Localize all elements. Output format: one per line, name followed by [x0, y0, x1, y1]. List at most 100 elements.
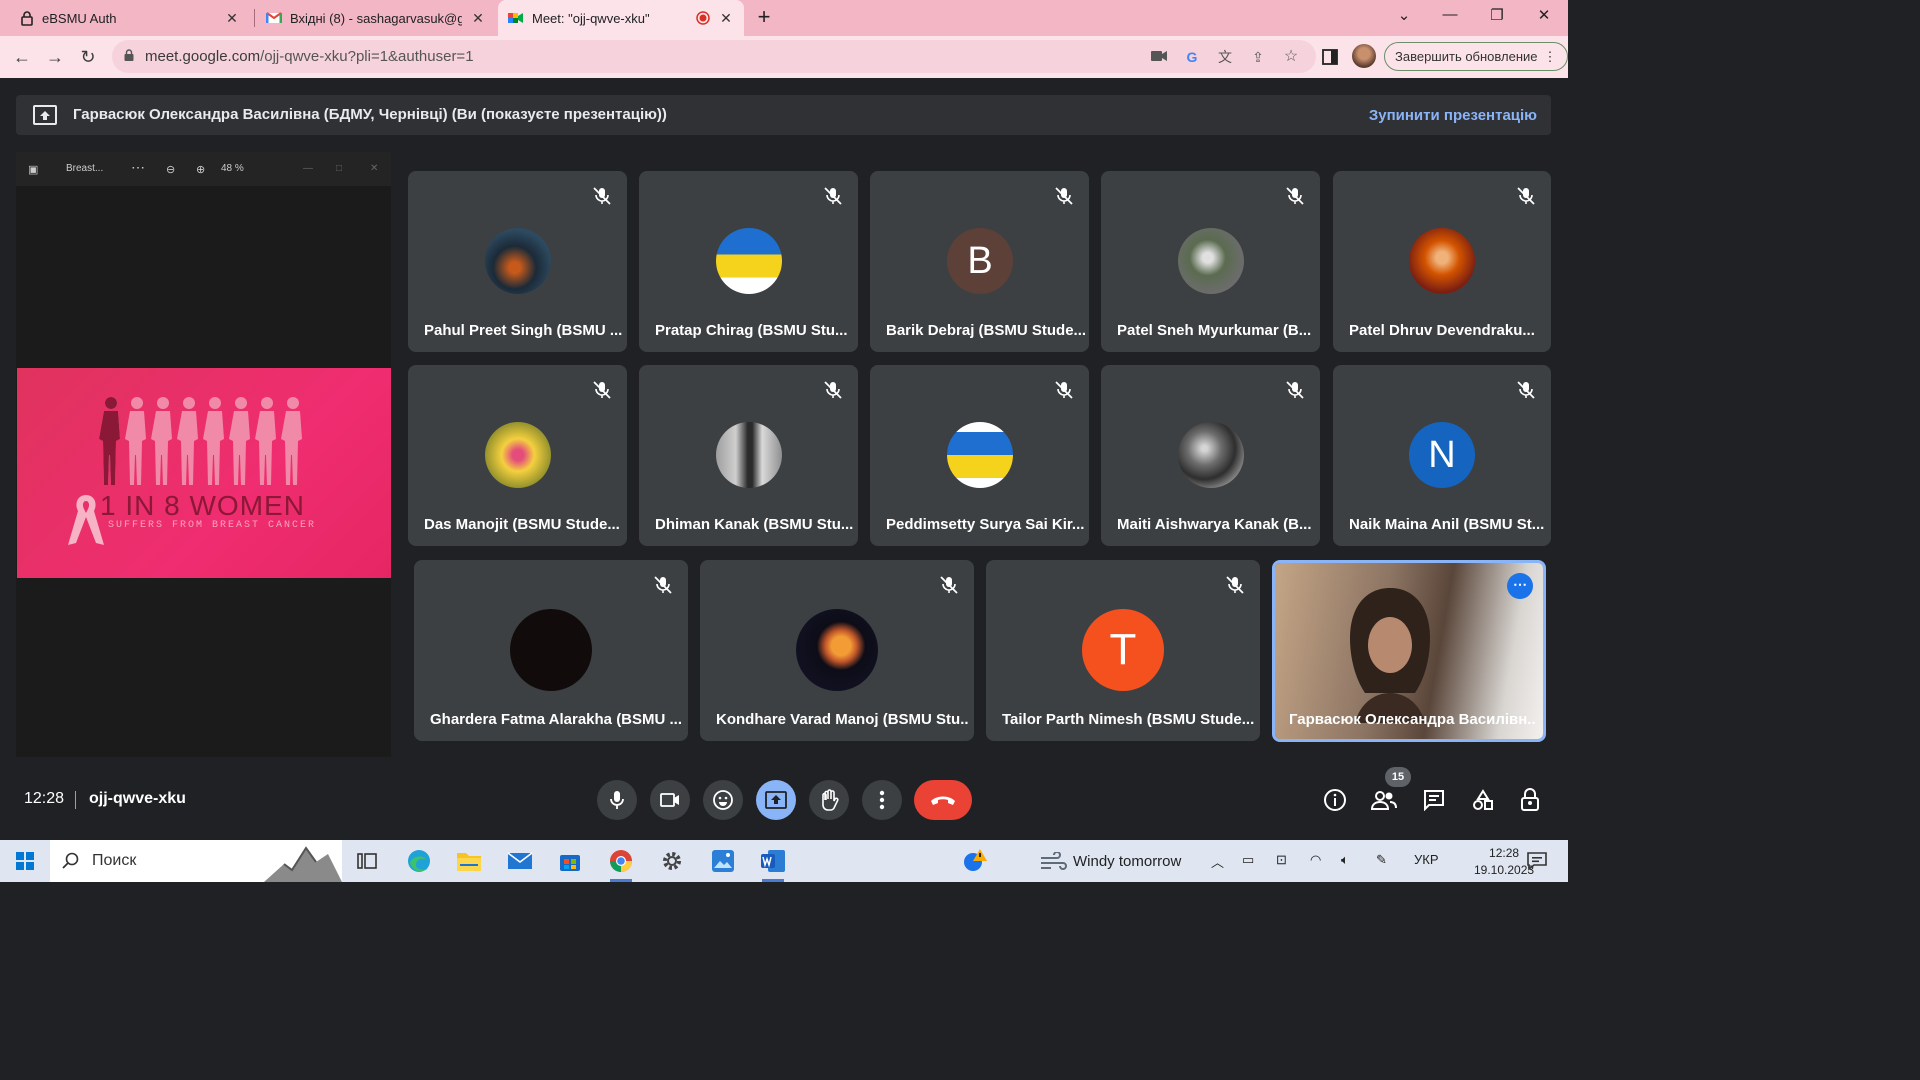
- avatar: [510, 609, 592, 691]
- participant-tile[interactable]: Das Manojit (BSMU Stude...: [408, 365, 627, 546]
- participant-name: Naik Maina Anil (BSMU St...: [1349, 516, 1545, 533]
- mail-icon[interactable]: [503, 844, 537, 878]
- meeting-code: ojj-qwve-xku: [89, 790, 186, 807]
- battery-icon[interactable]: ▭: [1242, 852, 1254, 868]
- avatar-letter: B: [947, 228, 1013, 294]
- side-panel-icon[interactable]: [1318, 45, 1342, 69]
- more-options-icon: ⋯: [131, 159, 145, 175]
- participant-tile[interactable]: T Tailor Parth Nimesh (BSMU Stude...: [986, 560, 1260, 741]
- url-text[interactable]: meet.google.com/ojj-qwve-xku?pli=1&authu…: [145, 48, 474, 65]
- participant-tile[interactable]: Dhiman Kanak (BSMU Stu...: [639, 365, 858, 546]
- tab-ebsmu-auth[interactable]: eBSMU Auth ✕: [10, 0, 250, 36]
- word-icon[interactable]: [756, 844, 790, 882]
- participant-tile[interactable]: N Naik Maina Anil (BSMU St...: [1333, 365, 1551, 546]
- avatar: [1409, 228, 1475, 294]
- windows-taskbar: Поиск Windy tomorrow ︿ ▭ ⊡ ◠ 🔈︎ ✎ УКР 12…: [0, 840, 1568, 882]
- show-hidden-icons-chevron[interactable]: ︿: [1211, 852, 1224, 871]
- profile-avatar[interactable]: [1352, 44, 1376, 68]
- people-button[interactable]: [1370, 786, 1398, 814]
- tab-gmail[interactable]: Вхідні (8) - sashagarvasuk@gma ✕: [256, 0, 496, 36]
- close-tab-icon[interactable]: ✕: [224, 10, 240, 27]
- info-icon: [1324, 789, 1346, 811]
- participant-tile[interactable]: B Barik Debraj (BSMU Stude...: [870, 171, 1089, 352]
- close-tab-icon[interactable]: ✕: [718, 10, 734, 27]
- taskbar-search-box[interactable]: Поиск: [50, 840, 342, 882]
- wifi-icon[interactable]: ◠: [1310, 852, 1321, 868]
- tab-search-chevron-icon[interactable]: ⌄: [1392, 6, 1416, 24]
- stop-presenting-button[interactable]: Зупинити презентацію: [1369, 107, 1537, 124]
- volume-icon[interactable]: 🔈︎: [1341, 852, 1349, 868]
- update-label: Завершить обновление: [1395, 49, 1538, 64]
- self-video-tile[interactable]: ⋯ Гарвасюк Олександра Василівн...: [1272, 560, 1546, 742]
- participant-tile[interactable]: Kondhare Varad Manoj (BSMU Stu...: [700, 560, 974, 741]
- weather-alert-icon[interactable]: [958, 844, 992, 878]
- present-now-button[interactable]: [756, 780, 796, 820]
- chat-button[interactable]: [1420, 786, 1448, 814]
- bookmark-star-icon[interactable]: ☆: [1282, 48, 1300, 66]
- participant-tile[interactable]: Maiti Aishwarya Kanak (B...: [1101, 365, 1320, 546]
- google-lens-icon[interactable]: G: [1183, 48, 1201, 66]
- translate-icon[interactable]: 文: [1216, 48, 1234, 66]
- leave-call-button[interactable]: [914, 780, 972, 820]
- host-controls-button[interactable]: [1517, 786, 1545, 814]
- avatar-letter: N: [1409, 422, 1475, 488]
- zoom-in-icon: ⊕: [196, 164, 206, 176]
- language-indicator[interactable]: УКР: [1414, 852, 1439, 867]
- reload-button[interactable]: ↻: [76, 45, 100, 69]
- camera-button[interactable]: [650, 780, 690, 820]
- avatar: [1178, 228, 1244, 294]
- start-button[interactable]: [8, 844, 42, 878]
- zoom-out-icon: ⊖: [166, 164, 176, 176]
- raise-hand-button[interactable]: [809, 780, 849, 820]
- emoji-icon: [713, 790, 733, 810]
- device-icon[interactable]: ⊡: [1276, 852, 1287, 868]
- chrome-icon[interactable]: [604, 844, 638, 882]
- close-tab-icon[interactable]: ✕: [470, 10, 486, 27]
- participant-tile[interactable]: Patel Dhruv Devendraku...: [1333, 171, 1551, 352]
- lock-person-icon: [1521, 788, 1539, 811]
- participant-tile[interactable]: Pratap Chirag (BSMU Stu...: [639, 171, 858, 352]
- microphone-icon: [610, 791, 624, 809]
- tab-title: eBSMU Auth: [42, 10, 117, 26]
- update-button[interactable]: Завершить обновление ⋮: [1384, 42, 1568, 71]
- more-vert-icon: ⋮: [1543, 48, 1557, 64]
- minimize-button[interactable]: —: [1438, 6, 1462, 23]
- people-icon: [1371, 791, 1397, 810]
- task-view-icon[interactable]: [350, 844, 384, 878]
- share-icon[interactable]: ⇪: [1249, 48, 1267, 66]
- video-camera-icon: [660, 793, 679, 807]
- microsoft-store-icon[interactable]: [553, 844, 587, 878]
- microphone-button[interactable]: [597, 780, 637, 820]
- participant-tile[interactable]: Patel Sneh Myurkumar (B...: [1101, 171, 1320, 352]
- activities-shapes-icon: [1473, 789, 1493, 810]
- activities-button[interactable]: [1469, 786, 1497, 814]
- photos-app-icon[interactable]: [706, 844, 740, 878]
- tab-meet[interactable]: Meet: "ojj-qwve-xku" ✕: [498, 0, 744, 36]
- more-vert-icon: [879, 790, 885, 810]
- tile-options-button[interactable]: ⋯: [1507, 573, 1533, 599]
- back-button[interactable]: ←: [10, 45, 34, 69]
- meeting-details-button[interactable]: [1321, 786, 1349, 814]
- file-explorer-icon[interactable]: [452, 844, 486, 878]
- maximize-button[interactable]: ❐: [1485, 6, 1509, 24]
- participant-tile[interactable]: Pahul Preet Singh (BSMU ...: [408, 171, 627, 352]
- camera-icon[interactable]: [1150, 48, 1168, 66]
- emoji-reactions-button[interactable]: [703, 780, 743, 820]
- participant-name: Pratap Chirag (BSMU Stu...: [655, 322, 848, 339]
- muted-mic-icon: [1226, 576, 1244, 594]
- slide-subtitle: SUFFERS FROM BREAST CANCER: [108, 520, 317, 531]
- shared-slide: 1 IN 8 WOMEN SUFFERS FROM BREAST CANCER: [17, 368, 391, 578]
- edge-browser-icon[interactable]: [402, 844, 436, 878]
- recording-icon: [696, 11, 710, 25]
- forward-button[interactable]: →: [43, 45, 67, 69]
- address-bar[interactable]: meet.google.com/ojj-qwve-xku?pli=1&authu…: [112, 40, 1316, 73]
- more-options-button[interactable]: [862, 780, 902, 820]
- participant-name: Tailor Parth Nimesh (BSMU Stude...: [1002, 711, 1255, 728]
- participant-tile[interactable]: Peddimsetty Surya Sai Kir...: [870, 365, 1089, 546]
- new-tab-button[interactable]: +: [754, 6, 774, 28]
- settings-gear-icon[interactable]: [655, 844, 689, 878]
- pen-icon[interactable]: ✎: [1376, 852, 1387, 868]
- notification-center-icon[interactable]: [1520, 844, 1554, 878]
- close-window-button[interactable]: ✕: [1532, 6, 1556, 24]
- participant-tile[interactable]: Ghardera Fatma Alarakha (BSMU ...: [414, 560, 688, 741]
